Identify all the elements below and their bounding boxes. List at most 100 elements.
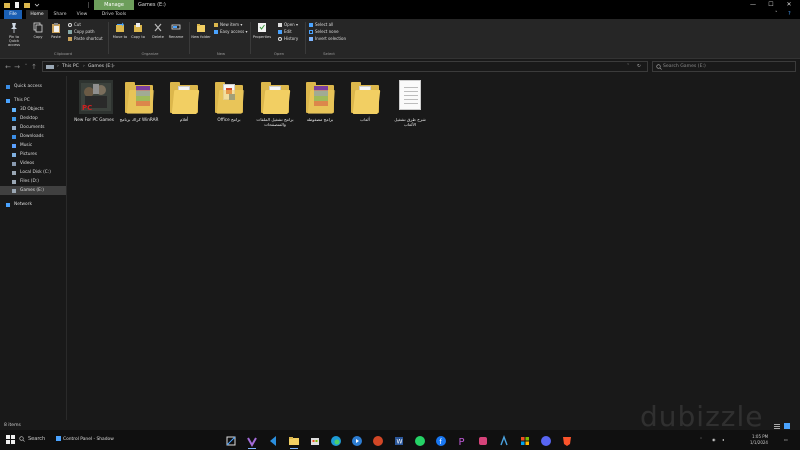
breadcrumb-games[interactable]: Games (E:) [88,62,114,72]
address-box[interactable]: › This PC › Games (E:) › ˅ ↻ [42,61,648,72]
vs-code-icon[interactable] [266,433,280,447]
notification-icon[interactable]: ▭ [784,437,788,442]
chevron-down-icon[interactable] [34,2,40,8]
discord-icon[interactable] [539,433,553,447]
file-explorer-icon[interactable] [287,433,301,449]
nav-item-downloads[interactable]: Downloads [0,132,66,141]
rename-button[interactable]: Rename [166,22,186,39]
search-box[interactable]: Search Games (E:) [652,61,796,72]
nav-item-music[interactable]: Music [0,141,66,150]
maximize-button[interactable]: ☐ [762,0,780,10]
nav-item-label: Desktop [20,116,38,121]
tab-view[interactable]: View [72,10,92,19]
taskbar-active-window[interactable]: Control Panel - Shadow [56,434,114,445]
word-icon[interactable]: W [392,433,406,447]
forward-button[interactable]: → [13,62,21,72]
svg-text:P: P [459,437,465,448]
nav-item-quick-access[interactable]: Quick access [0,82,66,91]
invert-selection-label: Invert selection [315,36,347,41]
nav-item-videos[interactable]: Videos [0,159,66,168]
brave-icon[interactable] [560,433,574,447]
new-folder-icon[interactable] [24,2,30,8]
whatsapp-icon[interactable] [413,433,427,447]
clock-time[interactable]: 1:05 PM [752,434,768,439]
file-item[interactable]: أفلام [162,80,206,122]
powerpoint-icon[interactable] [371,433,385,447]
paste-shortcut-button[interactable]: Paste shortcut [68,36,103,42]
snipping-tool-icon[interactable] [224,433,238,447]
watermark: dubizzle [640,400,764,433]
copy-path-button[interactable]: Copy path [68,29,95,35]
nav-item-pictures[interactable]: Pictures [0,150,66,159]
tab-home[interactable]: Home [26,10,48,19]
android-studio-icon[interactable] [497,433,511,447]
tab-file[interactable]: File [4,10,22,19]
close-button[interactable]: ✕ [780,0,798,10]
tray-overflow-icon[interactable]: ˄ [700,437,702,442]
nav-item-desktop[interactable]: Desktop [0,114,66,123]
visual-studio-icon[interactable] [245,433,259,449]
refresh-icon[interactable]: ↻ [637,62,641,72]
nav-item-documents[interactable]: Documents [0,123,66,132]
delete-button[interactable]: Delete [148,22,168,39]
file-item[interactable]: برامج مضغوطة [298,80,342,122]
details-view-icon[interactable] [774,423,780,429]
picsart-icon[interactable]: P [455,433,469,448]
help-icon[interactable]: ? [788,10,791,19]
ribbon-collapse-icon[interactable]: ˅ [775,10,778,19]
media-player-icon[interactable] [350,433,364,447]
nav-item-files-d[interactable]: Files (D:) [0,177,66,186]
file-item[interactable]: برامج تشغيل الملفات والمتصفحات [253,80,297,127]
minimize-button[interactable]: — [744,0,762,10]
open-button[interactable]: Open ▾ [278,22,298,28]
properties-icon[interactable] [14,2,20,8]
breadcrumb-this-pc[interactable]: This PC [62,62,79,72]
open-label: Open [284,22,295,27]
back-button[interactable]: ← [4,62,12,72]
file-item[interactable]: شرح طرق تشغيل الألعاب [388,80,432,127]
select-none-button[interactable]: Select none [309,29,339,35]
edit-button[interactable]: Edit [278,29,292,35]
nav-item-3d-objects[interactable]: 3D Objects [0,105,66,114]
facebook-icon[interactable]: f [434,433,448,447]
file-item[interactable]: PC New For PC Games [72,80,116,122]
pc-icon [6,98,10,103]
instagram-icon[interactable] [476,433,490,447]
search-icon[interactable] [19,436,25,442]
tab-drive-tools[interactable]: Drive Tools [96,10,132,19]
file-item[interactable]: برامج Office [207,80,251,122]
nav-item-this-pc[interactable]: This PC [0,96,66,105]
network-tray-icon[interactable]: ◉ [712,437,716,442]
new-item-button[interactable]: New item ▾ [214,22,242,28]
copy-to-button[interactable]: Copy to [128,22,148,39]
nav-item-local-disk-c[interactable]: Local Disk (C:) [0,168,66,177]
manage-tab[interactable]: Manage [94,0,134,10]
office-apps-icon[interactable] [518,433,532,447]
invert-selection-button[interactable]: Invert selection [309,36,346,42]
up-button[interactable]: ↑ [30,62,38,72]
clock-date[interactable]: 1/1/2024 [750,440,768,445]
new-folder-button[interactable]: New folder [191,22,211,39]
store-icon[interactable] [308,433,322,447]
properties-button[interactable]: Properties [252,22,272,39]
large-icons-view-icon[interactable] [784,423,790,429]
history-button[interactable]: History [278,36,298,42]
volume-icon[interactable]: ◂ [722,437,724,442]
windows-start-icon[interactable] [6,435,15,444]
nav-item-games-e[interactable]: Games (E:) [0,186,66,195]
pin-quick-access-button[interactable]: Pin to Quick access [4,22,24,47]
select-all-button[interactable]: Select all [309,22,333,28]
address-dropdown-icon[interactable]: ˅ [627,62,629,72]
nav-item-network[interactable]: Network [0,200,66,209]
recent-locations-button[interactable]: ˅ [22,62,30,72]
easy-access-button[interactable]: Easy access ▾ [214,29,247,35]
taskbar-search-label[interactable]: Search [28,434,45,445]
copy-button[interactable]: Copy [28,22,48,39]
file-item[interactable]: ألعاب [343,80,387,122]
cut-button[interactable]: Cut [68,22,81,28]
file-item[interactable]: WinRAR كراك برنامج [117,80,161,122]
paste-button[interactable]: Paste [46,22,66,39]
tab-share[interactable]: Share [50,10,70,19]
move-to-button[interactable]: Move to [110,22,130,39]
edge-icon[interactable] [329,433,343,447]
